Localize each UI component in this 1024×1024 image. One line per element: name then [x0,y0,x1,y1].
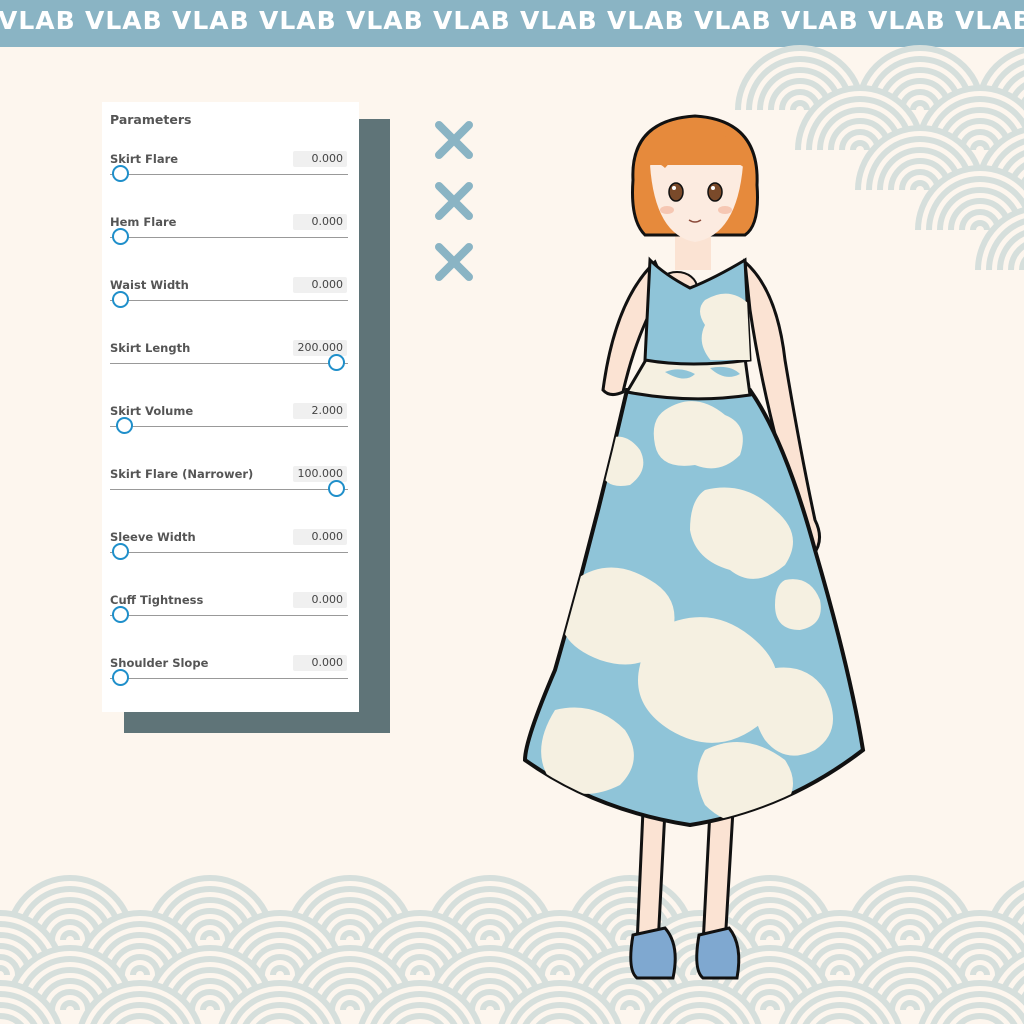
param-row: Skirt Flare 0.000 [102,151,359,215]
param-value-input[interactable]: 0.000 [293,214,347,230]
slider-track[interactable] [110,489,348,490]
slider-track[interactable] [110,174,348,175]
param-label: Hem Flare [110,215,177,229]
close-icon[interactable] [434,242,474,282]
slider-track[interactable] [110,363,348,364]
param-row: Cuff Tightness 0.000 [102,592,359,656]
param-value-input[interactable]: 0.000 [293,529,347,545]
slider-track[interactable] [110,615,348,616]
close-icon[interactable] [434,120,474,160]
param-row: Shoulder Slope 0.000 [102,655,359,719]
close-icon[interactable] [434,181,474,221]
slider-track[interactable] [110,678,348,679]
slider-thumb[interactable] [112,669,129,686]
slider-thumb[interactable] [112,291,129,308]
param-value-input[interactable]: 2.000 [293,403,347,419]
param-label: Cuff Tightness [110,593,204,607]
param-label: Skirt Length [110,341,191,355]
panel-title: Parameters [110,112,192,127]
slider-thumb[interactable] [112,606,129,623]
param-label: Sleeve Width [110,530,196,544]
param-label: Waist Width [110,278,189,292]
slider-track[interactable] [110,426,348,427]
param-value-input[interactable]: 0.000 [293,151,347,167]
character-illustration [522,114,866,980]
param-row: Waist Width 0.000 [102,277,359,341]
slider-thumb[interactable] [328,354,345,371]
slider-thumb[interactable] [112,228,129,245]
param-label: Skirt Flare [110,152,179,166]
param-row: Skirt Flare (Narrower) 100.000 [102,466,359,530]
slider-thumb[interactable] [112,165,129,182]
slider-track[interactable] [110,300,348,301]
param-label: Shoulder Slope [110,656,209,670]
param-value-input[interactable]: 0.000 [293,277,347,293]
slider-track[interactable] [110,552,348,553]
character-figure [515,110,875,990]
param-label: Skirt Flare (Narrower) [110,467,254,481]
slider-thumb[interactable] [328,480,345,497]
slider-thumb[interactable] [112,543,129,560]
param-label: Skirt Volume [110,404,194,418]
param-row: Skirt Volume 2.000 [102,403,359,467]
param-value-input[interactable]: 0.000 [293,592,347,608]
parameters-panel: Parameters Skirt Flare 0.000 Hem Flare 0.00… [102,102,359,712]
param-row: Sleeve Width 0.000 [102,529,359,593]
slider-track[interactable] [110,237,348,238]
slider-thumb[interactable] [116,417,134,434]
param-row: Skirt Length 200.000 [102,340,359,404]
param-row: Hem Flare 0.000 [102,214,359,278]
param-value-input[interactable]: 0.000 [293,655,347,671]
